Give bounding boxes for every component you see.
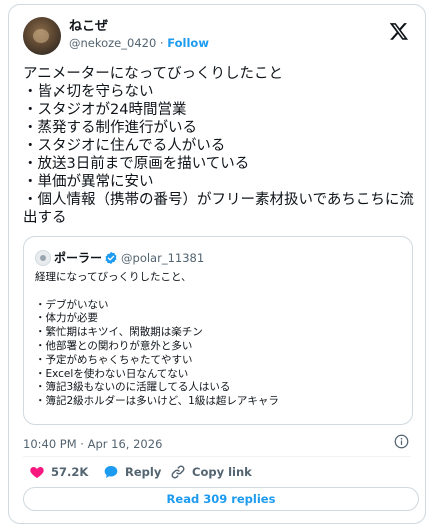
read-replies-button[interactable]: Read 309 replies bbox=[23, 487, 419, 511]
x-logo-icon[interactable] bbox=[389, 21, 409, 41]
divider bbox=[23, 456, 411, 457]
action-bar: 57.2K Reply Copy link bbox=[23, 462, 411, 482]
author-display-name[interactable]: ねこぜ bbox=[69, 18, 209, 35]
copy-link-button[interactable]: Copy link bbox=[170, 462, 252, 482]
link-icon bbox=[171, 465, 185, 479]
info-icon[interactable] bbox=[394, 434, 409, 449]
timestamp-row: 10:40 PM · Apr 16, 2026 bbox=[23, 433, 411, 451]
verified-badge-icon bbox=[105, 251, 117, 264]
author-name-block: ねこぜ @nekoze_0420 · Follow bbox=[69, 18, 209, 52]
quoted-tweet-header: ポーラー @polar_11381 bbox=[35, 247, 204, 266]
reply-bubble-icon bbox=[104, 466, 118, 478]
author-handle[interactable]: @nekoze_0420 bbox=[69, 36, 156, 50]
author-handle-line: @nekoze_0420 · Follow bbox=[69, 35, 209, 52]
like-count: 57.2K bbox=[51, 465, 89, 479]
heart-icon bbox=[30, 467, 44, 478]
tweet-timestamp[interactable]: 10:40 PM · Apr 16, 2026 bbox=[23, 437, 162, 451]
quoted-tweet-text: 経理になってびっくりしたこと、 ・デブがいない ・体力が必要 ・繁忙期はキツイ、… bbox=[35, 271, 279, 408]
follow-button[interactable]: Follow bbox=[167, 36, 209, 50]
quoted-author-handle[interactable]: @polar_11381 bbox=[121, 251, 204, 265]
quoted-author-avatar[interactable] bbox=[35, 249, 51, 266]
handle-separator: · bbox=[156, 36, 168, 50]
author-avatar[interactable] bbox=[23, 17, 61, 55]
tweet-header: ねこぜ @nekoze_0420 · Follow bbox=[23, 17, 411, 57]
tweet-text: アニメーターになってびっくりしたこと ・皆〆切を守らない ・スタジオが24時間営… bbox=[23, 66, 414, 226]
copy-link-label: Copy link bbox=[192, 465, 252, 479]
reply-label: Reply bbox=[125, 465, 162, 479]
like-button[interactable]: 57.2K bbox=[29, 462, 88, 482]
reply-button[interactable]: Reply bbox=[103, 462, 161, 482]
quoted-author-name[interactable]: ポーラー bbox=[54, 251, 102, 265]
tweet-card: ねこぜ @nekoze_0420 · Follow アニメーターになってびっくり… bbox=[8, 4, 426, 524]
quoted-tweet[interactable]: ポーラー @polar_11381 経理になってびっくりしたこと、 ・デブがいな… bbox=[23, 236, 413, 425]
